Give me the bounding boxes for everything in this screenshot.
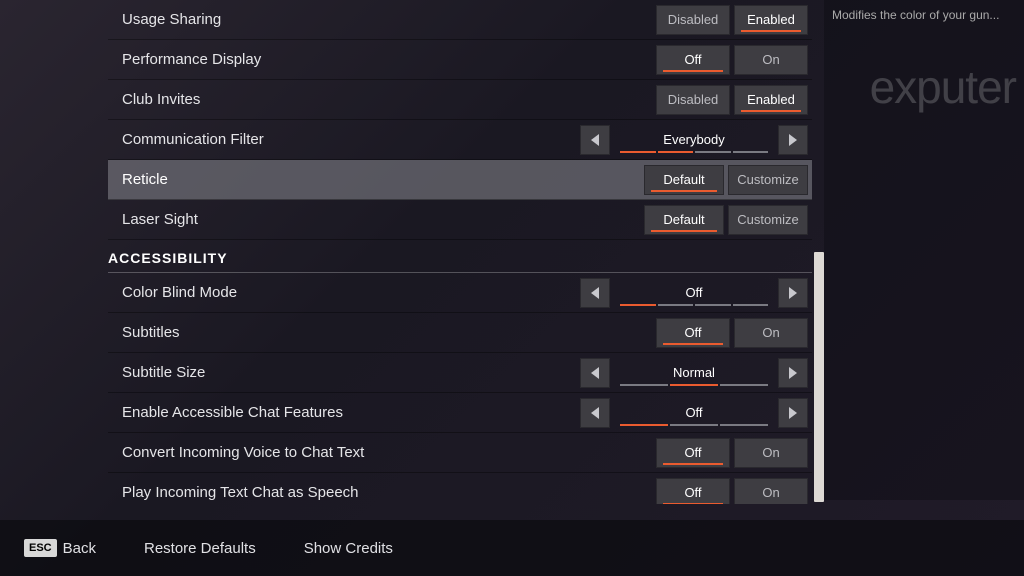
show-credits-button[interactable]: Show Credits <box>304 540 393 557</box>
setting-label: Club Invites <box>122 91 652 108</box>
setting-row-a-5[interactable]: Laser Sight DefaultCustomize <box>108 200 812 240</box>
setting-row-b-3[interactable]: Enable Accessible Chat Features Off <box>108 393 812 433</box>
selector-value[interactable]: Off <box>614 398 774 428</box>
chevron-left-icon[interactable] <box>580 125 610 155</box>
option-group: DefaultCustomize <box>640 205 808 235</box>
setting-label: Laser Sight <box>122 211 640 228</box>
option-off[interactable]: Off <box>656 478 730 505</box>
settings-panel: Usage Sharing DisabledEnabled Performanc… <box>108 0 812 504</box>
setting-label: Color Blind Mode <box>122 284 576 301</box>
setting-label: Performance Display <box>122 51 652 68</box>
setting-row-b-4[interactable]: Convert Incoming Voice to Chat Text OffO… <box>108 433 812 473</box>
chevron-left-icon[interactable] <box>580 398 610 428</box>
option-enabled[interactable]: Enabled <box>734 5 808 35</box>
setting-row-b-2[interactable]: Subtitle Size Normal <box>108 353 812 393</box>
option-on[interactable]: On <box>734 318 808 348</box>
chevron-left-icon[interactable] <box>580 278 610 308</box>
option-off[interactable]: Off <box>656 438 730 468</box>
setting-row-b-5[interactable]: Play Incoming Text Chat as Speech OffOn <box>108 473 812 504</box>
setting-row-a-4[interactable]: Reticle DefaultCustomize <box>108 160 812 200</box>
option-disabled[interactable]: Disabled <box>656 5 730 35</box>
selector-value[interactable]: Normal <box>614 358 774 388</box>
setting-row-b-0[interactable]: Color Blind Mode Off <box>108 273 812 313</box>
option-group: OffOn <box>652 318 808 348</box>
selector-group: Everybody <box>576 125 808 155</box>
setting-label: Convert Incoming Voice to Chat Text <box>122 444 652 461</box>
help-text: Modifies the color of your gun... <box>832 8 999 22</box>
option-off[interactable]: Off <box>656 45 730 75</box>
chevron-right-icon[interactable] <box>778 398 808 428</box>
selector-group: Normal <box>576 358 808 388</box>
setting-label: Subtitle Size <box>122 364 576 381</box>
setting-label: Communication Filter <box>122 131 576 148</box>
option-group: DefaultCustomize <box>640 165 808 195</box>
setting-label: Reticle <box>122 171 640 188</box>
back-label: Back <box>63 540 96 557</box>
section-header-accessibility: ACCESSIBILITY <box>108 240 812 273</box>
bottom-bar: ESC Back Restore Defaults Show Credits <box>0 520 1024 576</box>
option-disabled[interactable]: Disabled <box>656 85 730 115</box>
option-group: OffOn <box>652 438 808 468</box>
option-default[interactable]: Default <box>644 205 724 235</box>
selector-value[interactable]: Off <box>614 278 774 308</box>
setting-row-a-2[interactable]: Club Invites DisabledEnabled <box>108 80 812 120</box>
restore-defaults-button[interactable]: Restore Defaults <box>144 540 256 557</box>
option-group: OffOn <box>652 478 808 505</box>
option-default[interactable]: Default <box>644 165 724 195</box>
back-button[interactable]: ESC Back <box>24 539 96 557</box>
option-group: DisabledEnabled <box>652 85 808 115</box>
option-customize[interactable]: Customize <box>728 165 808 195</box>
setting-label: Usage Sharing <box>122 11 652 28</box>
option-on[interactable]: On <box>734 45 808 75</box>
setting-row-a-3[interactable]: Communication Filter Everybody <box>108 120 812 160</box>
setting-row-a-0[interactable]: Usage Sharing DisabledEnabled <box>108 0 812 40</box>
chevron-right-icon[interactable] <box>778 358 808 388</box>
setting-row-b-1[interactable]: Subtitles OffOn <box>108 313 812 353</box>
option-customize[interactable]: Customize <box>728 205 808 235</box>
chevron-right-icon[interactable] <box>778 125 808 155</box>
selector-value[interactable]: Everybody <box>614 125 774 155</box>
setting-label: Subtitles <box>122 324 652 341</box>
selector-group: Off <box>576 398 808 428</box>
chevron-right-icon[interactable] <box>778 278 808 308</box>
option-group: OffOn <box>652 45 808 75</box>
setting-label: Enable Accessible Chat Features <box>122 404 576 421</box>
chevron-left-icon[interactable] <box>580 358 610 388</box>
selector-group: Off <box>576 278 808 308</box>
esc-key-icon: ESC <box>24 539 57 557</box>
setting-label: Play Incoming Text Chat as Speech <box>122 484 652 501</box>
setting-row-a-1[interactable]: Performance Display OffOn <box>108 40 812 80</box>
option-group: DisabledEnabled <box>652 5 808 35</box>
help-panel: Modifies the color of your gun... <box>824 0 1024 500</box>
option-enabled[interactable]: Enabled <box>734 85 808 115</box>
scrollbar[interactable] <box>814 252 824 502</box>
option-on[interactable]: On <box>734 478 808 505</box>
option-on[interactable]: On <box>734 438 808 468</box>
option-off[interactable]: Off <box>656 318 730 348</box>
